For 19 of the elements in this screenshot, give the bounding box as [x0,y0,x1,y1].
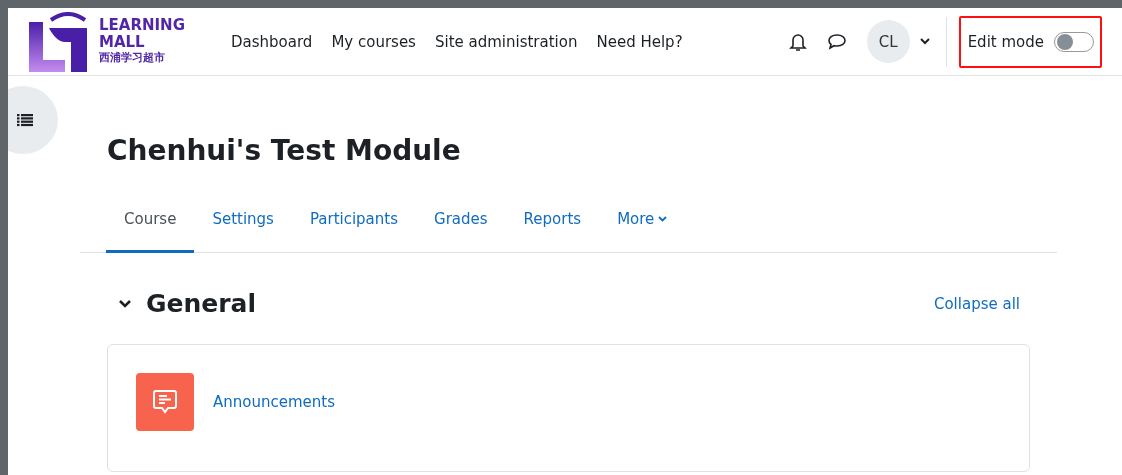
user-avatar[interactable]: CL [866,20,910,63]
course-tab[interactable]: Settings [194,196,292,253]
logo-text: MALL [99,35,146,50]
edit-mode-label: Edit mode [967,32,1044,51]
course-tab[interactable]: Course [106,196,195,253]
collapse-all-link[interactable]: Collapse all [933,294,1020,313]
course-tab[interactable]: Reports [505,196,600,253]
section-title: General [146,289,256,318]
nav-link[interactable]: Need Help? [596,32,683,51]
nav-link[interactable]: Site administration [434,32,578,51]
course-tab[interactable]: More [599,196,686,253]
activity-link[interactable]: Announcements [213,393,335,411]
nav-link[interactable]: My courses [331,32,416,51]
logo-text: LEARNING [99,18,185,33]
course-tab[interactable]: Grades [416,196,506,253]
logo-text: 西浦学习超市 [99,52,166,63]
course-title: Chenhui's Test Module [107,134,462,167]
course-tab[interactable]: Participants [291,196,417,253]
nav-link[interactable]: Dashboard [231,32,313,51]
